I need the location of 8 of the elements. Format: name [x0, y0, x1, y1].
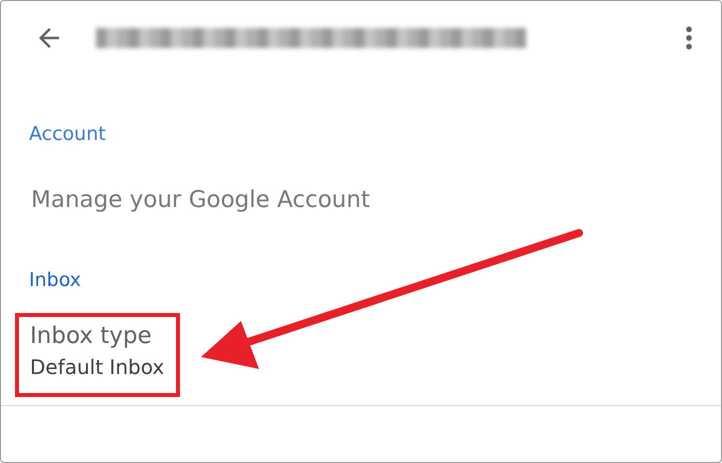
item-title: Inbox type — [30, 323, 153, 349]
section-header: Inbox — [29, 269, 82, 293]
item-subtitle: Default Inbox — [30, 355, 164, 379]
settings-item[interactable]: Manage your Google Account — [15, 177, 386, 223]
more-icon[interactable] — [685, 25, 693, 51]
section-header: Account — [29, 123, 107, 147]
item-title: Manage your Google Account — [31, 187, 370, 213]
settings-item[interactable]: Inbox type Default Inbox — [15, 313, 180, 397]
